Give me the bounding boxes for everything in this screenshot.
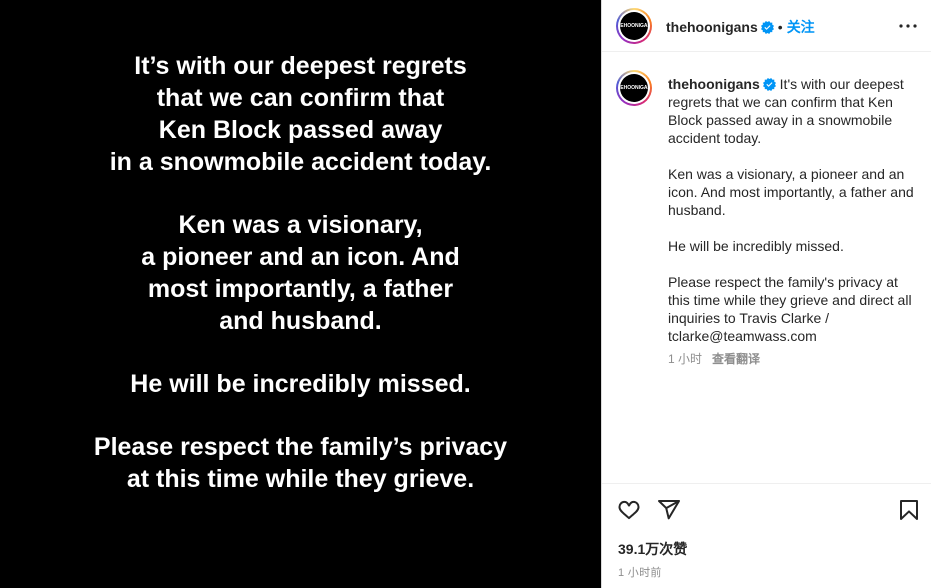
likes-count[interactable]: 39.1万次赞 [618,539,687,559]
caption-paragraph-1: thehoonigans It's with our deepest regre… [668,75,918,147]
verified-badge-icon [760,21,774,34]
caption-paragraph-3: He will be incredibly missed. [668,238,844,254]
caption-paragraph-2: Ken was a visionary, a pioneer and an ic… [668,166,914,218]
caption-text: thehoonigans It's with our deepest regre… [668,75,918,363]
bookmark-icon[interactable] [897,498,921,522]
post-image-text: It’s with our deepest regrets that we ca… [0,50,601,526]
caption-username[interactable]: thehoonigans [668,76,760,92]
post-sidebar: THEHOONIGANS thehoonigans •关注 THEHOONIGAN… [601,0,931,588]
post-header: THEHOONIGANS thehoonigans •关注 [602,0,931,52]
post-image-paragraph-1: It’s with our deepest regrets that we ca… [109,52,492,176]
verified-badge-icon [762,78,776,91]
post-image-paragraph-2: Ken was a visionary, a pioneer and an ic… [141,211,460,335]
caption-avatar-logo: THEHOONIGANS [620,74,648,102]
see-translation-button[interactable]: 查看翻译 [712,352,760,366]
post-actions: 39.1万次赞 1 小时前 [602,484,931,588]
heart-icon[interactable] [617,498,641,522]
send-icon[interactable] [657,498,681,522]
follow-button[interactable]: 关注 [787,19,815,35]
caption-time: 1 小时 [668,352,703,366]
post-image-paragraph-4: Please respect the family’s privacy at t… [93,433,508,493]
avatar[interactable]: THEHOONIGANS [616,8,652,44]
post-image: It’s with our deepest regrets that we ca… [0,0,601,588]
header-separator: • [777,19,783,35]
post-timestamp: 1 小时前 [618,567,662,579]
avatar-logo: THEHOONIGANS [620,12,648,40]
caption-paragraph-4: Please respect the family's privacy at t… [668,274,912,344]
post-image-paragraph-3: He will be incredibly missed. [130,370,471,398]
caption-section: THEHOONIGANS thehoonigans It's with our … [602,52,931,484]
more-horizontal-icon[interactable] [898,18,918,34]
caption-meta: 1 小时 查看翻译 [668,350,760,367]
header-user-line: thehoonigans • 关注 [666,17,815,37]
header-username[interactable]: thehoonigans [666,19,758,35]
caption-avatar[interactable]: THEHOONIGANS [616,70,652,106]
